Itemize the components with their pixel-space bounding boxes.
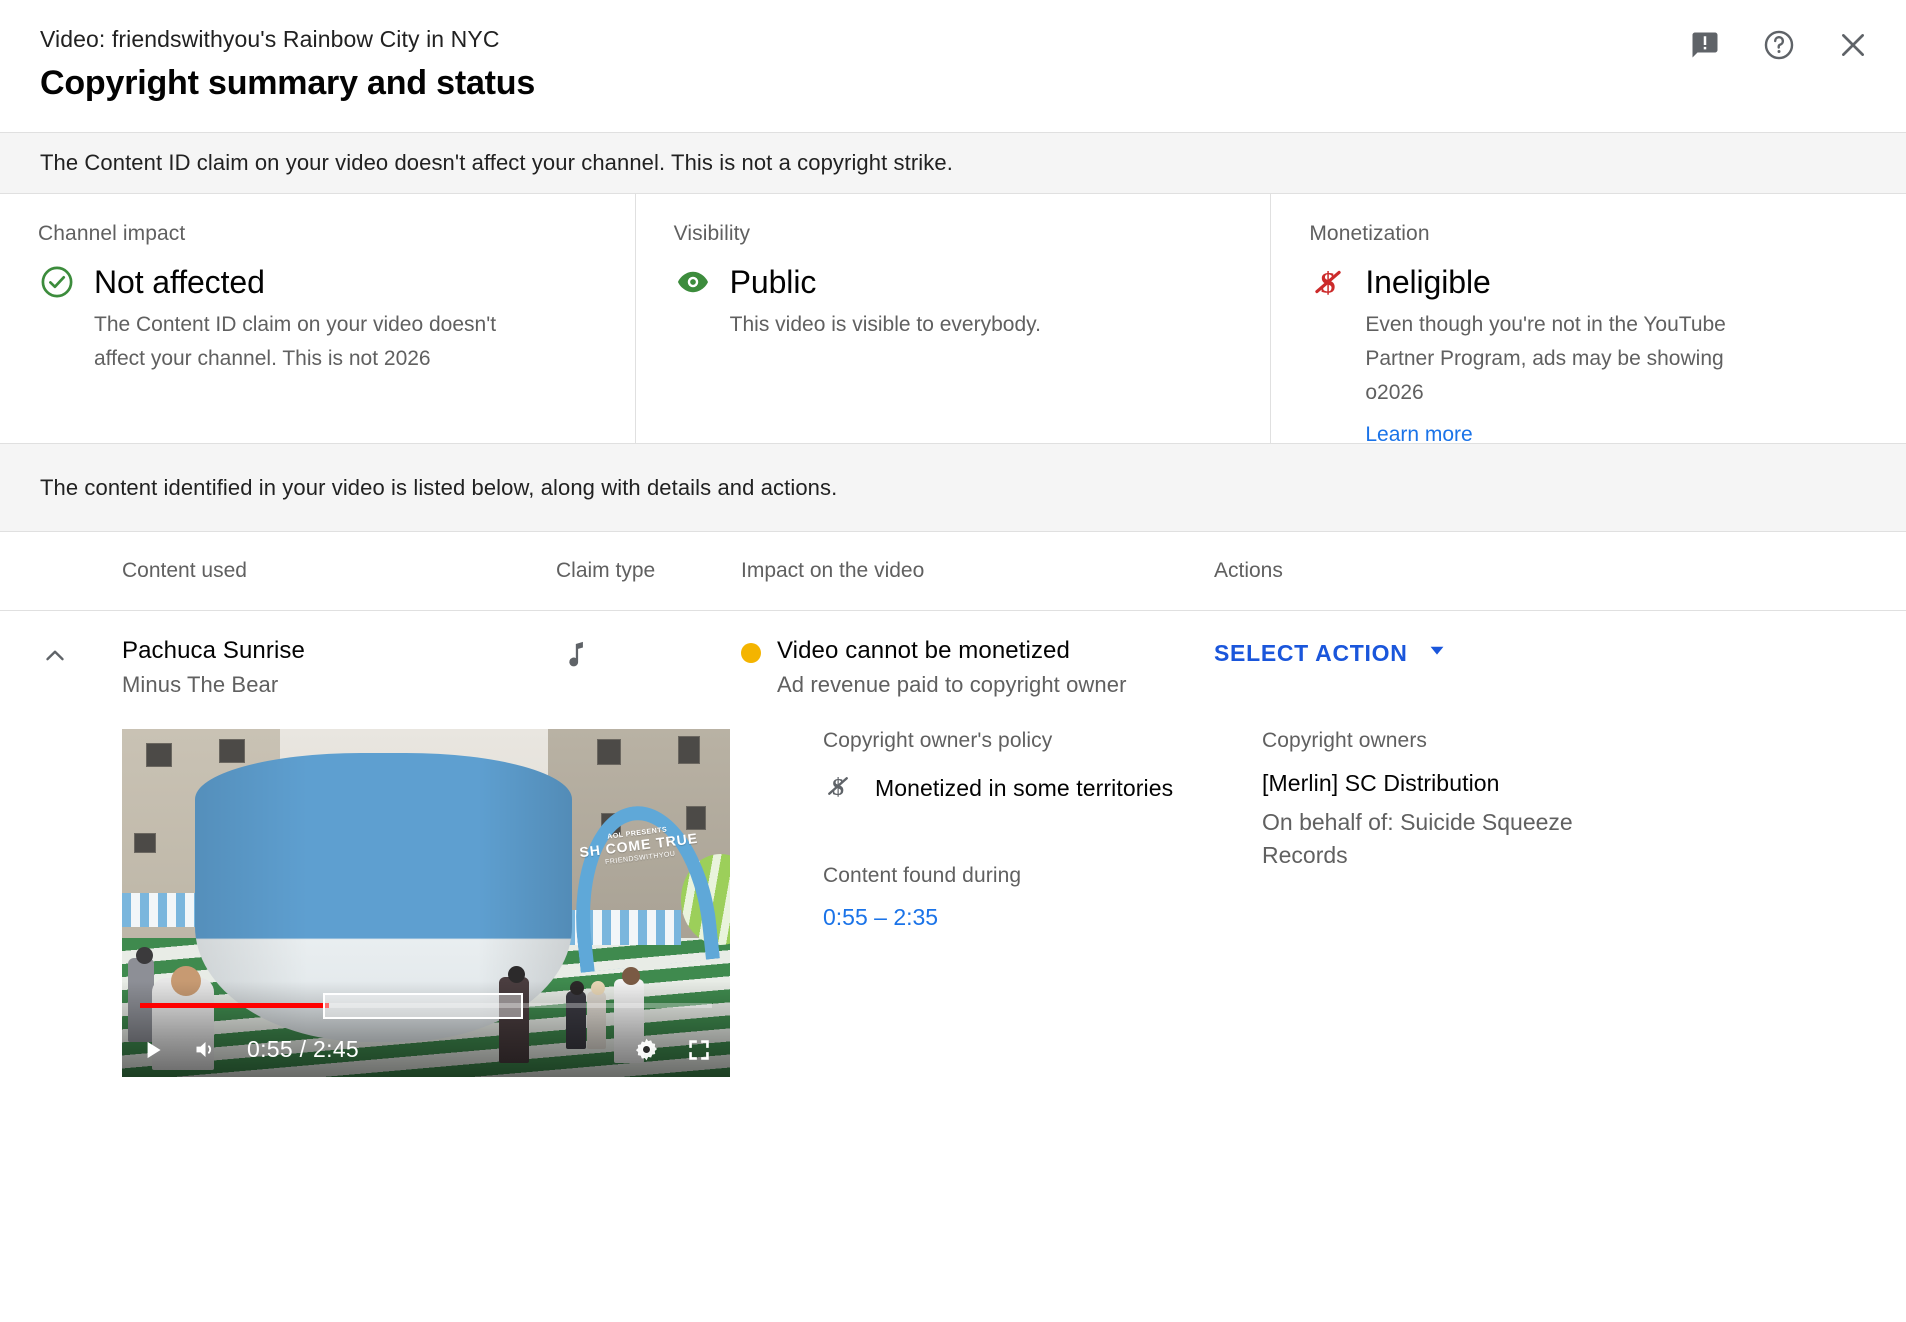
select-action-button[interactable]: SELECT ACTION [1214, 637, 1906, 667]
detail-spacer [40, 729, 122, 1077]
video-name: Video: friendswithyou's Rainbow City in … [40, 24, 1866, 55]
impact-title: Video cannot be monetized [777, 637, 1070, 665]
impact-line: Video cannot be monetized [741, 637, 1214, 665]
status-cards: Channel impact Not affected The Content … [0, 194, 1906, 444]
card-head: $ Ineligible [1309, 263, 1866, 301]
window [146, 743, 172, 767]
card-description: This video is visible to everybody. [730, 308, 1150, 342]
dialog-header: Video: friendswithyou's Rainbow City in … [0, 0, 1906, 133]
policy-value: Monetized in some territories [875, 775, 1173, 802]
fullscreen-button[interactable] [686, 1037, 712, 1063]
card-channel-impact: Channel impact Not affected The Content … [0, 194, 636, 443]
header-actions [1682, 24, 1876, 70]
video-player[interactable]: AOL PRESENTS SH COME TRUE FRIENDSWITHYOU [122, 729, 730, 1077]
play-button[interactable] [140, 1037, 166, 1063]
window [678, 736, 700, 764]
feedback-button[interactable] [1682, 24, 1728, 70]
volume-button[interactable] [192, 1036, 219, 1063]
help-icon [1762, 28, 1796, 67]
claim-detail: AOL PRESENTS SH COME TRUE FRIENDSWITHYOU [0, 729, 1906, 1077]
window [219, 739, 245, 763]
card-status: Public [730, 264, 817, 301]
copyright-owner-behalf: On behalf of: Suicide Squeeze Records [1262, 806, 1592, 871]
svg-text:$: $ [832, 775, 844, 801]
caret-down-icon [1426, 639, 1448, 667]
column-header-actions: Actions [1214, 559, 1906, 583]
player-controls-overlay: 0:55 / 2:45 [122, 981, 730, 1077]
content-list-notice: The content identified in your video is … [0, 444, 1906, 532]
content-found-label: Content found during [823, 864, 1262, 888]
player-buttons: 0:55 / 2:45 [140, 1036, 712, 1063]
column-header-content-used: Content used [122, 559, 556, 583]
impact-subtitle: Ad revenue paid to copyright owner [777, 672, 1214, 698]
claim-policy-column: Copyright owner's policy $ Monetized in … [823, 729, 1262, 1077]
copyright-owners-label: Copyright owners [1262, 729, 1906, 753]
content-found-timerange[interactable]: 0:55 – 2:35 [823, 904, 1262, 931]
card-status: Not affected [94, 264, 265, 301]
claim-type-cell [556, 637, 741, 698]
claim-notice-bar: The Content ID claim on your video doesn… [0, 133, 1906, 194]
window [597, 739, 621, 765]
card-status: Ineligible [1365, 264, 1490, 301]
help-button[interactable] [1756, 24, 1802, 70]
content-artist: Minus The Bear [122, 672, 556, 698]
window [134, 833, 156, 853]
learn-more-link[interactable]: Learn more [1365, 423, 1472, 447]
select-action-label: SELECT ACTION [1214, 640, 1408, 667]
card-label: Monetization [1309, 222, 1866, 246]
claims-table-header: Content used Claim type Impact on the vi… [0, 532, 1906, 611]
card-label: Channel impact [38, 222, 595, 246]
claim-notice-text: The Content ID claim on your video doesn… [40, 150, 953, 176]
policy-label: Copyright owner's policy [823, 729, 1262, 753]
close-button[interactable] [1830, 24, 1876, 70]
money-off-icon: $ [823, 771, 853, 806]
content-list-notice-text: The content identified in your video is … [40, 475, 837, 501]
copyright-owner-name: [Merlin] SC Distribution [1262, 770, 1906, 797]
progress-played [140, 1003, 329, 1008]
page-title: Copyright summary and status [40, 64, 1866, 103]
gear-icon[interactable] [633, 1036, 660, 1063]
column-header-claim-type: Claim type [556, 559, 741, 583]
card-label: Visibility [674, 222, 1231, 246]
close-icon [1836, 28, 1870, 67]
collapse-row-button[interactable] [40, 637, 122, 698]
status-dot [741, 643, 761, 663]
eye-icon [674, 263, 712, 301]
card-description: Even though you're not in the YouTube Pa… [1365, 308, 1770, 410]
card-head: Public [674, 263, 1231, 301]
column-header-impact: Impact on the video [741, 559, 1214, 583]
feedback-icon [1690, 30, 1720, 65]
chevron-up-icon [40, 658, 70, 675]
time-display: 0:55 / 2:45 [247, 1036, 359, 1063]
claim-row: Pachuca Sunrise Minus The Bear Video can… [0, 611, 1906, 698]
content-used-cell: Pachuca Sunrise Minus The Bear [122, 637, 556, 698]
impact-cell: Video cannot be monetized Ad revenue pai… [741, 637, 1214, 698]
actions-cell: SELECT ACTION [1214, 637, 1906, 698]
card-monetization: Monetization $ Ineligible Even though yo… [1271, 194, 1906, 443]
check-circle-icon [38, 263, 76, 301]
policy-value-row: $ Monetized in some territories [823, 771, 1262, 806]
card-description: The Content ID claim on your video doesn… [94, 308, 514, 376]
copyright-owners-column: Copyright owners [Merlin] SC Distributio… [1262, 729, 1906, 1077]
music-note-icon [556, 660, 590, 677]
money-off-icon: $ [1309, 263, 1347, 301]
content-title: Pachuca Sunrise [122, 637, 556, 665]
card-head: Not affected [38, 263, 595, 301]
card-visibility: Visibility Public This video is visible … [636, 194, 1272, 443]
claim-segment-highlight [323, 993, 524, 1019]
video-preview-column: AOL PRESENTS SH COME TRUE FRIENDSWITHYOU [122, 729, 823, 1077]
